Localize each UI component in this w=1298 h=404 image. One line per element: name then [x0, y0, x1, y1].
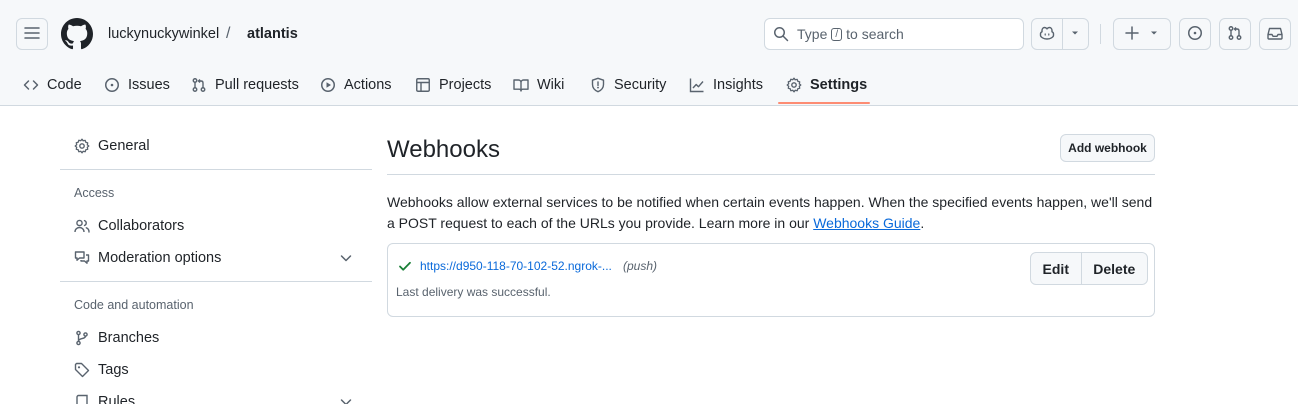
title-divider: [387, 174, 1155, 175]
copilot-button-group: [1031, 18, 1089, 50]
add-webhook-button[interactable]: Add webhook: [1060, 134, 1155, 162]
issue-icon: [104, 77, 120, 93]
table-icon: [415, 77, 431, 93]
copilot-button[interactable]: [1032, 19, 1063, 49]
tab-label: Issues: [128, 77, 170, 93]
copilot-menu-button[interactable]: [1063, 19, 1088, 49]
breadcrumb-owner[interactable]: luckynuckywinkel: [108, 25, 219, 43]
sidebar-item-tags[interactable]: Tags: [74, 360, 370, 380]
sidebar-item-collaborators[interactable]: Collaborators: [74, 216, 370, 236]
graph-icon: [689, 77, 705, 93]
gear-icon: [786, 77, 802, 93]
webhook-actions: Edit Delete: [1030, 252, 1148, 285]
chevron-down-icon: [1148, 26, 1160, 42]
selected-tab-indicator: [778, 102, 870, 104]
sidebar-item-label: Rules: [98, 394, 136, 404]
sidebar-item-moderation-options[interactable]: Moderation options: [74, 248, 370, 268]
tab-label: Security: [614, 77, 667, 93]
sidebar-divider: [60, 169, 372, 170]
issue-icon: [1187, 25, 1203, 44]
gear-icon: [74, 138, 90, 154]
tab-label: Projects: [439, 77, 492, 93]
tab-settings[interactable]: Settings: [786, 66, 867, 104]
tab-projects[interactable]: Projects: [415, 66, 491, 104]
tab-label: Actions: [344, 77, 392, 93]
webhook-url-link[interactable]: https://d950-118-70-102-52.ngrok-...: [420, 259, 612, 273]
tab-code[interactable]: Code: [23, 66, 82, 104]
repo-push-icon: [74, 394, 90, 404]
tab-label: Insights: [713, 77, 763, 93]
sidebar-item-branches[interactable]: Branches: [74, 328, 370, 348]
sidebar-heading-code-and-automation: Code and automation: [74, 298, 194, 312]
tab-actions[interactable]: Actions: [320, 66, 392, 104]
tab-label: Code: [47, 77, 82, 93]
sidebar-heading-access: Access: [74, 186, 115, 200]
sidebar-item-label: Branches: [98, 330, 160, 346]
play-icon: [320, 77, 336, 93]
tab-issues[interactable]: Issues: [104, 66, 170, 104]
hamburger-icon: [24, 25, 40, 44]
plus-icon: [1124, 25, 1140, 44]
webhook-delivery-status: Last delivery was successful.: [396, 285, 551, 299]
your-pull-requests-button[interactable]: [1219, 18, 1251, 50]
tab-wiki[interactable]: Wiki: [513, 66, 564, 104]
search-placeholder-suffix: to search: [846, 26, 904, 42]
sidebar-divider: [60, 281, 372, 282]
delete-webhook-button[interactable]: Delete: [1082, 253, 1147, 284]
tab-label: Settings: [810, 77, 868, 93]
page-title: Webhooks: [387, 136, 500, 163]
pull-request-icon: [191, 77, 207, 93]
copilot-icon: [1039, 25, 1055, 44]
check-icon: [397, 258, 413, 274]
sidebar-item-label: Tags: [98, 362, 129, 378]
search-icon: [773, 26, 789, 42]
description-text: Webhooks allow external services to be n…: [387, 194, 1153, 231]
sidebar-item-label: Moderation options: [98, 250, 222, 266]
tab-label: Pull requests: [215, 77, 299, 93]
search-shortcut-key: /: [831, 27, 843, 41]
tab-label: Wiki: [537, 77, 565, 93]
sidebar-item-label: General: [98, 138, 150, 154]
search-input[interactable]: Type / to search: [764, 18, 1024, 50]
people-icon: [74, 218, 90, 234]
open-global-navigation-button[interactable]: [16, 18, 48, 50]
webhooks-description: Webhooks allow external services to be n…: [387, 192, 1155, 234]
shield-icon: [590, 77, 606, 93]
comment-discussion-icon: [74, 250, 90, 266]
chevron-down-icon: [338, 250, 354, 266]
breadcrumb-separator: /: [226, 25, 231, 42]
webhooks-guide-link[interactable]: Webhooks Guide: [813, 215, 920, 231]
chevron-down-icon: [338, 394, 354, 404]
breadcrumb-repo[interactable]: atlantis: [247, 25, 298, 43]
github-logo[interactable]: [61, 18, 93, 50]
your-issues-button[interactable]: [1179, 18, 1211, 50]
code-icon: [23, 77, 39, 93]
book-icon: [513, 77, 529, 93]
edit-webhook-button[interactable]: Edit: [1031, 253, 1082, 284]
create-new-button[interactable]: [1113, 18, 1171, 50]
description-period: .: [920, 215, 925, 231]
global-header: luckynuckywinkel / atlantis Type / to se…: [0, 0, 1298, 106]
tab-pull-requests[interactable]: Pull requests: [191, 66, 299, 104]
search-placeholder-prefix: Type: [797, 26, 828, 42]
webhook-list-item: https://d950-118-70-102-52.ngrok-... (pu…: [387, 243, 1155, 317]
sidebar-item-label: Collaborators: [98, 218, 185, 234]
repository-navigation: Code Issues Pull requests Actions Projec…: [0, 66, 1298, 106]
tab-security[interactable]: Security: [590, 66, 666, 104]
chevron-down-icon: [1069, 26, 1081, 42]
header-divider: [1100, 24, 1101, 44]
notifications-button[interactable]: [1259, 18, 1291, 50]
tab-insights[interactable]: Insights: [689, 66, 763, 104]
tag-icon: [74, 362, 90, 378]
inbox-icon: [1267, 25, 1283, 44]
sidebar-item-rules[interactable]: Rules: [74, 392, 370, 404]
branch-icon: [74, 330, 90, 346]
webhook-events: (push): [623, 259, 658, 273]
pull-request-icon: [1227, 25, 1243, 44]
sidebar-item-general[interactable]: General: [74, 136, 370, 156]
